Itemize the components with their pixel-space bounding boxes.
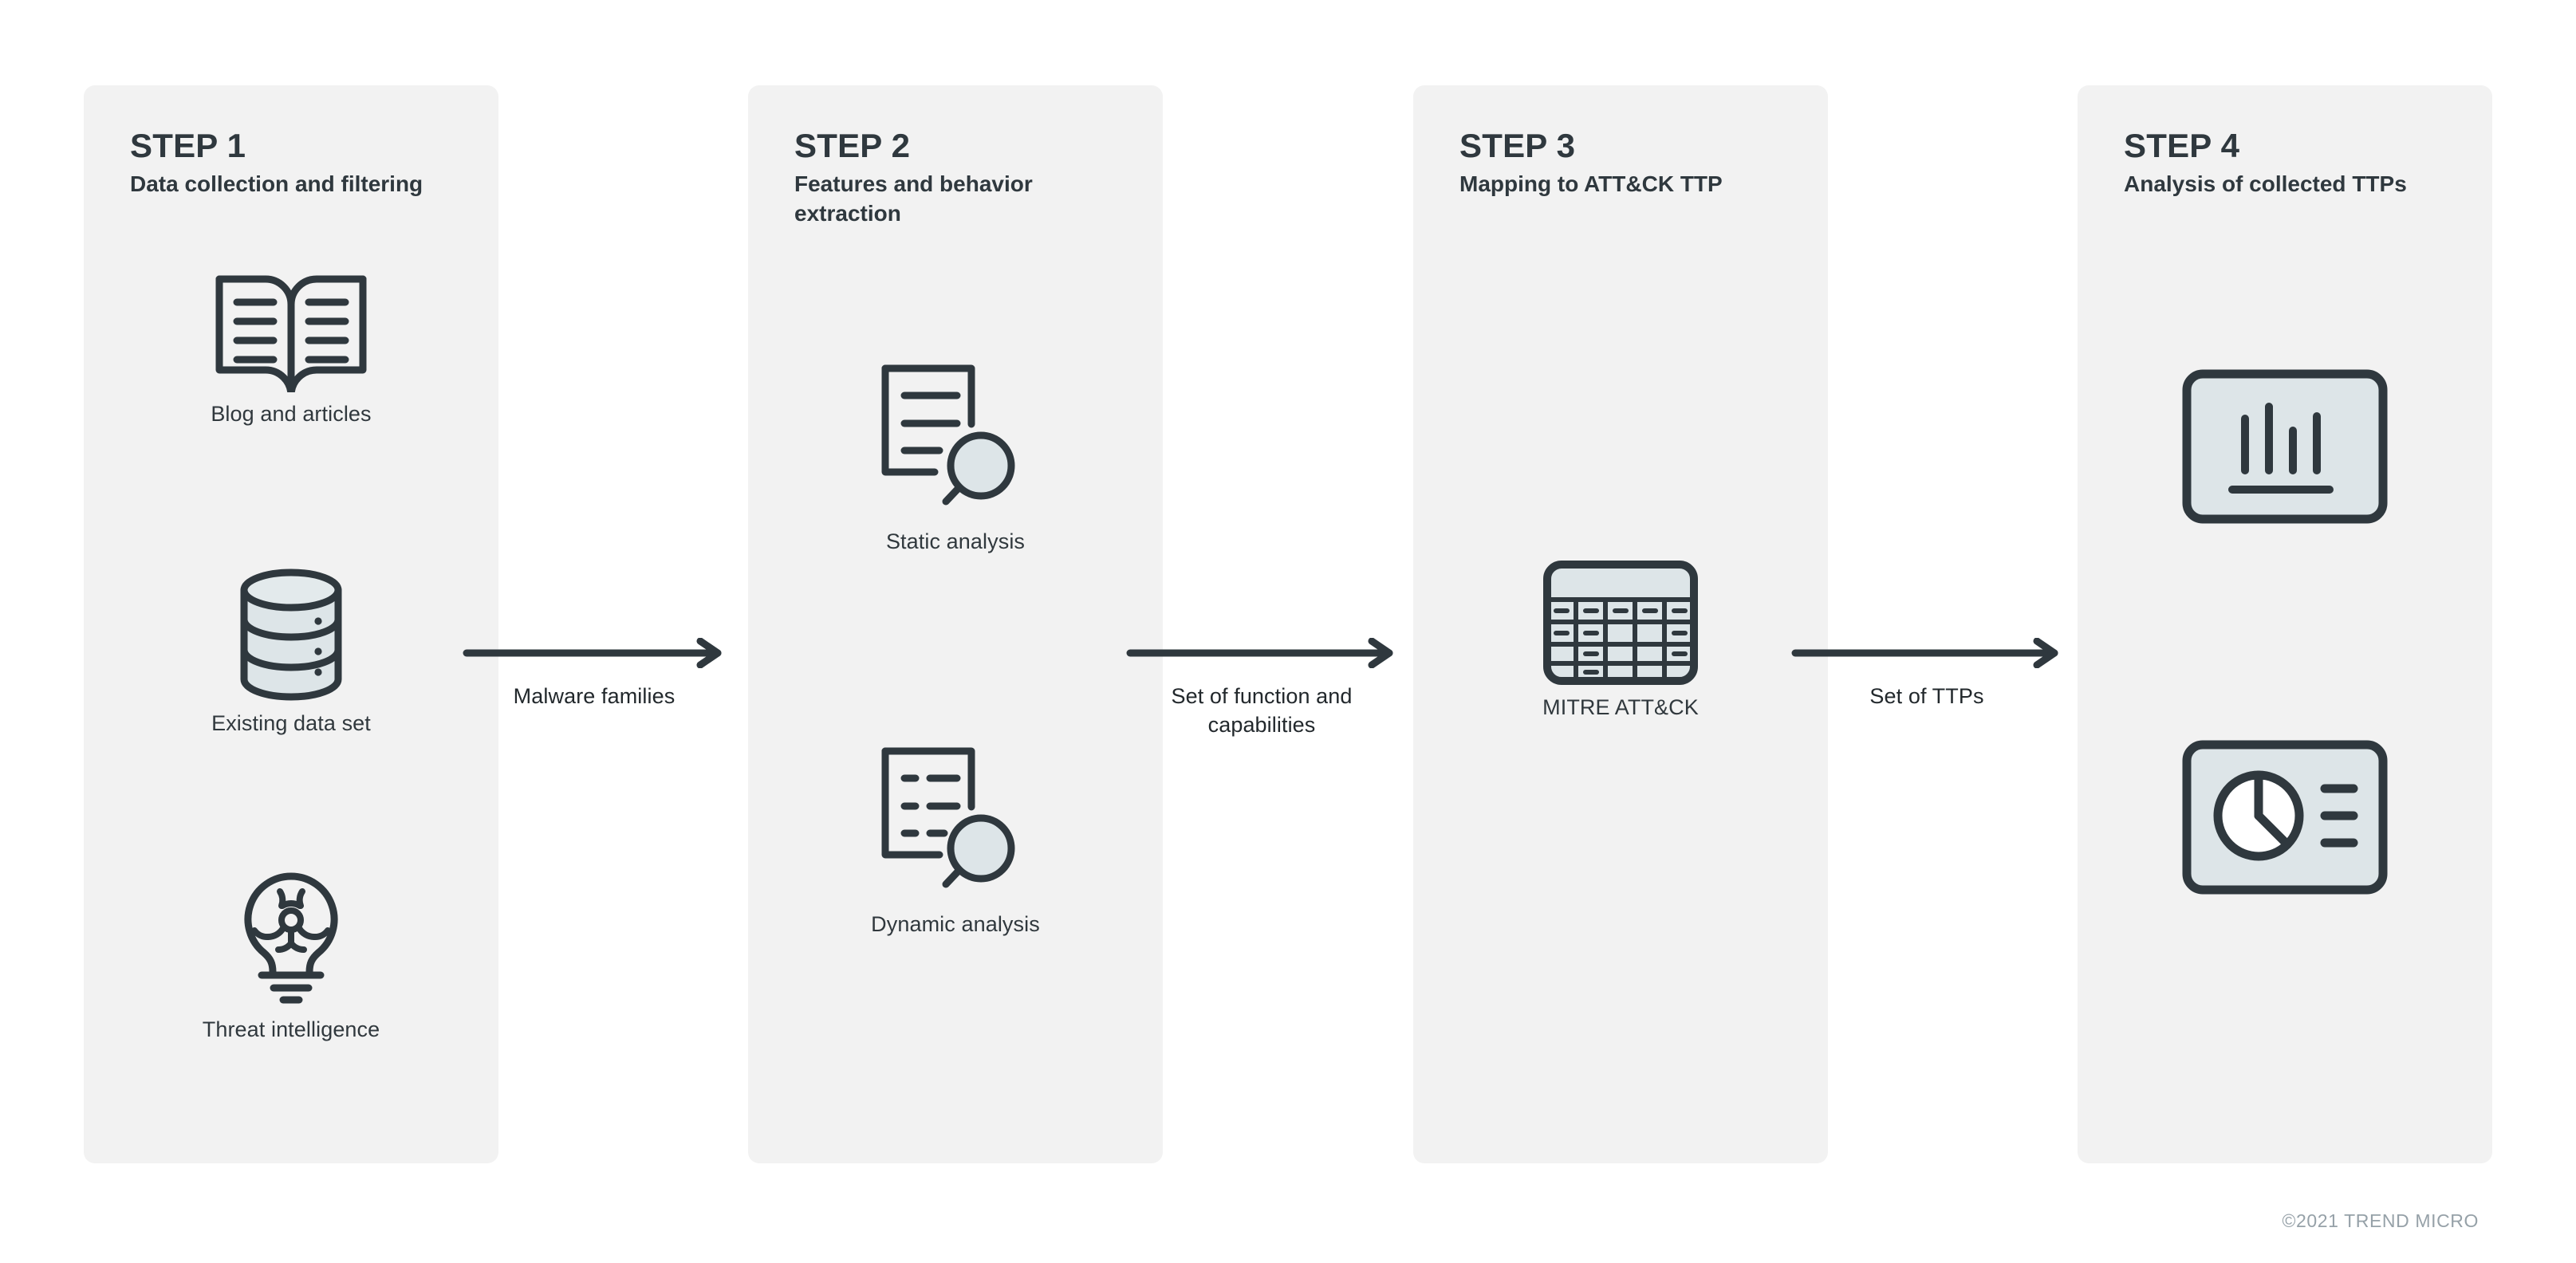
document-magnifier-icon [881, 364, 1015, 506]
arrow-right-icon [1791, 637, 2058, 669]
pie-chart-icon [2182, 740, 2388, 895]
step-4-item-pie-chart [2078, 739, 2492, 904]
step-4-subtitle: Analysis of collected TTPs [2124, 171, 2407, 196]
connector-1-label: Malware families [513, 684, 676, 708]
step-1-item-threat-caption: Threat intelligence [202, 1017, 380, 1041]
step-4-title: STEP 4 [2124, 127, 2240, 164]
step-2-title: STEP 2 [794, 127, 911, 164]
step-3-title: STEP 3 [1459, 127, 1576, 164]
step-4-header: STEP 4 Analysis of collected TTPs [2124, 127, 2468, 199]
step-2-item-static: Static analysis [748, 360, 1163, 554]
step-2-item-dynamic: Dynamic analysis [748, 743, 1163, 937]
lightbulb-biohazard-icon [244, 872, 338, 1004]
step-panel-1: STEP 1 Data collection and filtering Blo… [84, 85, 498, 1163]
connector-3-label: Set of TTPs [1869, 684, 1984, 708]
step-1-item-dataset: Existing data set [84, 568, 498, 736]
step-1-title: STEP 1 [130, 127, 246, 164]
arrow-right-icon [463, 637, 722, 669]
step-3-header: STEP 3 Mapping to ATT&CK TTP [1459, 127, 1804, 199]
open-book-icon [215, 275, 367, 392]
step-3-subtitle: Mapping to ATT&CK TTP [1459, 171, 1723, 196]
step-2-subtitle: Features and behavior extraction [794, 171, 1033, 226]
step-2-header: STEP 2 Features and behavior extraction [794, 127, 1139, 228]
step-1-header: STEP 1 Data collection and filtering [130, 127, 475, 199]
step-panel-2: STEP 2 Features and behavior extraction … [748, 85, 1163, 1163]
step-4-item-bar-chart [2078, 368, 2492, 533]
step-3-item-mitre: MITRE ATT&CK [1413, 560, 1828, 720]
connector-2: Set of function and capabilities [1126, 637, 1397, 739]
step-2-item-dynamic-caption: Dynamic analysis [871, 912, 1040, 936]
step-2-item-static-caption: Static analysis [885, 529, 1026, 553]
step-1-subtitle: Data collection and filtering [130, 171, 423, 196]
step-3-item-mitre-caption: MITRE ATT&CK [1542, 695, 1699, 719]
bar-chart-icon [2182, 369, 2388, 524]
database-cylinder-icon [240, 569, 342, 701]
matrix-grid-icon [1543, 561, 1698, 685]
connector-3: Set of TTPs [1791, 637, 2062, 710]
document-dashed-magnifier-icon [881, 747, 1015, 888]
step-1-item-threat: Threat intelligence [84, 871, 498, 1042]
connector-1: Malware families [463, 637, 726, 710]
copyright-notice: ©2021 TREND MICRO [2282, 1210, 2479, 1231]
diagram-canvas: STEP 1 Data collection and filtering Blo… [0, 0, 2576, 1263]
step-1-item-blog: Blog and articles [84, 273, 498, 427]
step-panel-3: STEP 3 Mapping to ATT&CK TTP MITRE ATT&C… [1413, 85, 1828, 1163]
arrow-right-icon [1126, 637, 1393, 669]
step-panel-4: STEP 4 Analysis of collected TTPs [2078, 85, 2492, 1163]
step-1-item-dataset-caption: Existing data set [211, 711, 371, 735]
connector-2-label: Set of function and capabilities [1171, 684, 1353, 738]
step-1-item-blog-caption: Blog and articles [211, 402, 372, 426]
